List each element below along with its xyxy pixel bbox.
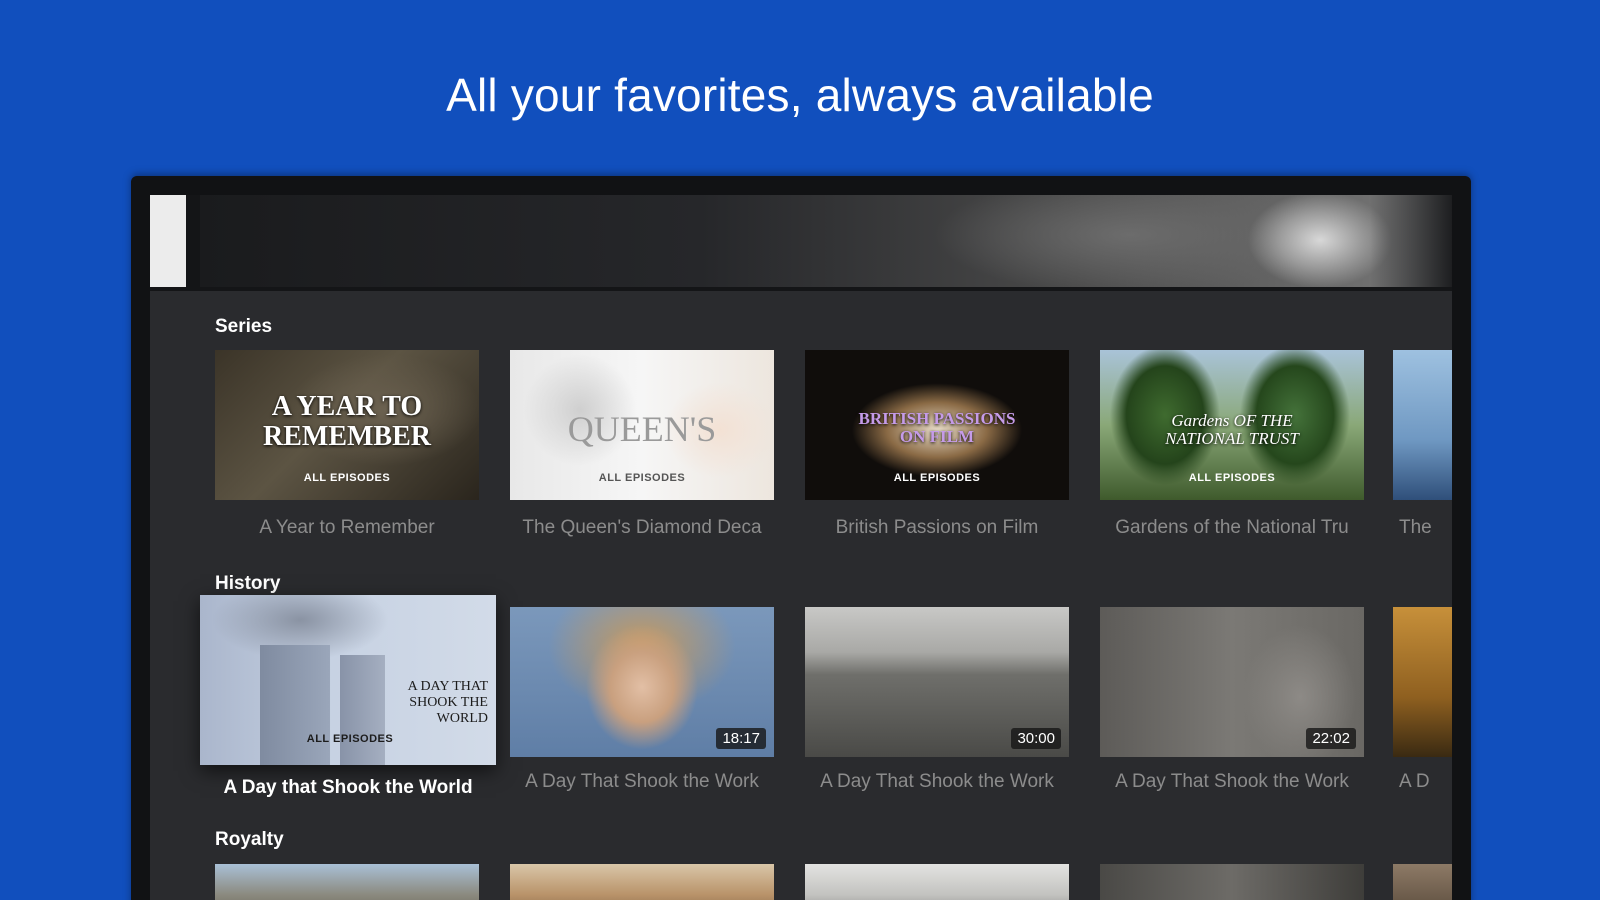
duration-badge: 22:02 [1306, 728, 1356, 749]
history-card-episode-2[interactable]: 30:00 [805, 607, 1069, 757]
thumbnail-image [1393, 350, 1452, 500]
history-card-partial[interactable] [1393, 607, 1452, 757]
thumbnail-subtitle: ALL EPISODES [303, 472, 391, 484]
card-label: The [1399, 517, 1432, 538]
thumbnail-subtitle: ALL EPISODES [598, 472, 686, 484]
hero-banner[interactable] [150, 195, 1452, 291]
row-title-royalty: Royalty [215, 829, 284, 850]
series-card-british-passions[interactable]: BRITISH PASSIONS ON FILM ALL EPISODES [805, 350, 1069, 500]
series-card-partial[interactable] [1393, 350, 1452, 500]
thumbnail-subtitle: ALL EPISODES [893, 472, 981, 484]
royalty-card-2[interactable] [510, 864, 774, 900]
series-card-queens-diamond[interactable]: QUEEN'S ALL EPISODES [510, 350, 774, 500]
headline: All your favorites, always available [446, 69, 1154, 121]
thumbnail-image [1393, 607, 1452, 757]
nav-tab[interactable] [150, 195, 186, 287]
card-label: British Passions on Film [835, 517, 1039, 538]
thumbnail-image [215, 864, 479, 900]
thumbnail-title: Gardens OF THE NATIONAL TRUST [1165, 411, 1299, 448]
hero-edge-fade [1370, 195, 1452, 287]
thumbnail-title: A DAY THAT SHOOK THE WORLD [407, 679, 488, 726]
duration-badge: 30:00 [1011, 728, 1061, 749]
card-label-focused: A Day that Shook the World [223, 777, 473, 798]
hero-image [200, 195, 1452, 287]
thumbnail-image [805, 864, 1069, 900]
card-label: The Queen's Diamond Deca [522, 517, 762, 538]
tv-device-frame: Series A YEAR TO REMEMBER ALL EPISODES A… [131, 176, 1471, 900]
card-label: A Day That Shook the Work [525, 771, 759, 792]
tv-screen: Series A YEAR TO REMEMBER ALL EPISODES A… [150, 195, 1452, 900]
thumbnail-title: A YEAR TO REMEMBER [263, 391, 431, 452]
royalty-card-3[interactable] [805, 864, 1069, 900]
thumbnail-subtitle: ALL EPISODES [1188, 472, 1276, 484]
duration-badge: 18:17 [716, 728, 766, 749]
royalty-card-4[interactable] [1100, 864, 1364, 900]
card-label: A D [1399, 771, 1430, 792]
thumbnail-image [1393, 864, 1452, 900]
royalty-card-1[interactable] [215, 864, 479, 900]
row-title-history: History [215, 573, 281, 594]
history-card-episode-1[interactable]: 18:17 [510, 607, 774, 757]
history-card-episode-3[interactable]: 22:02 [1100, 607, 1364, 757]
card-label: Gardens of the National Tru [1115, 517, 1349, 538]
thumbnail-title: QUEEN'S [567, 409, 717, 449]
thumbnail-image [1100, 864, 1364, 900]
royalty-card-partial[interactable] [1393, 864, 1452, 900]
series-card-year-to-remember[interactable]: A YEAR TO REMEMBER ALL EPISODES [215, 350, 479, 500]
card-label: A Day That Shook the Work [1115, 771, 1349, 792]
thumbnail-image [510, 864, 774, 900]
thumbnail-subtitle: ALL EPISODES [306, 733, 394, 745]
series-card-gardens[interactable]: Gardens OF THE NATIONAL TRUST ALL EPISOD… [1100, 350, 1364, 500]
card-label: A Day That Shook the Work [820, 771, 1054, 792]
row-title-series: Series [215, 316, 273, 337]
thumbnail-title: BRITISH PASSIONS ON FILM [858, 409, 1016, 446]
card-label: A Year to Remember [259, 517, 435, 538]
history-card-day-shook-world[interactable]: A DAY THAT SHOOK THE WORLD ALL EPISODES [200, 595, 496, 765]
